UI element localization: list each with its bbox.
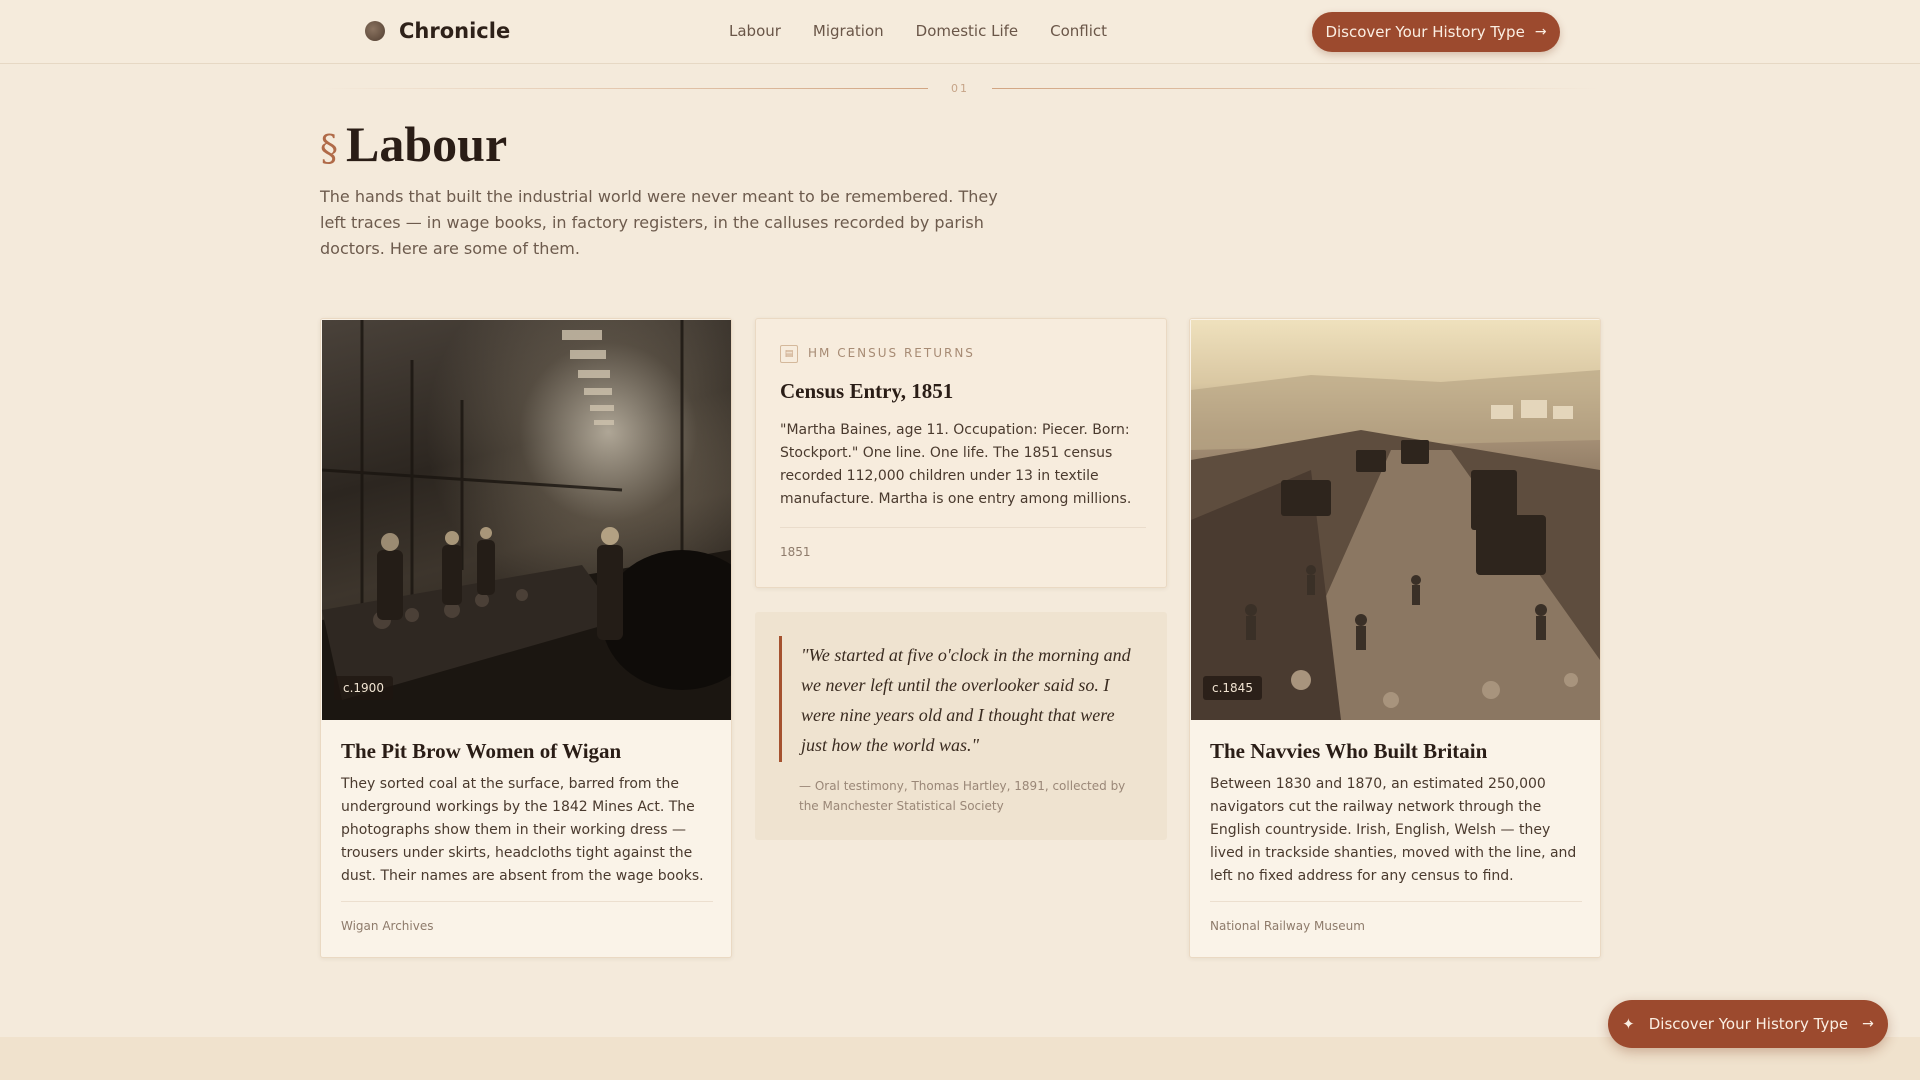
document-icon: ▤	[780, 345, 798, 363]
date-badge: c.1900	[334, 676, 393, 700]
census-card[interactable]: ▤ HM CENSUS RETURNS Census Entry, 1851 "…	[755, 318, 1167, 588]
main-nav: Labour Migration Domestic Life Conflict	[729, 22, 1107, 40]
census-body: "Martha Baines, age 11. Occupation: Piec…	[780, 422, 1132, 507]
page-title: Labour	[346, 116, 508, 172]
arrow-right-icon: →	[1534, 24, 1547, 40]
railway-construction-photo: c.1845	[1191, 320, 1600, 720]
card-body: They sorted coal at the surface, barred …	[341, 776, 704, 884]
factory-photo: c.1900	[322, 320, 731, 720]
section-divider-right	[992, 88, 1600, 89]
card-divider	[341, 901, 713, 902]
arrow-right-icon: →	[1862, 1016, 1874, 1032]
card-divider	[1210, 901, 1582, 902]
census-date: 1851	[780, 545, 811, 559]
floating-discover-button[interactable]: ✦ Discover Your History Type →	[1608, 1000, 1888, 1048]
globe-icon	[365, 21, 385, 41]
census-title: Census Entry, 1851	[780, 379, 954, 403]
quote-text: "We started at five o'clock in the morni…	[801, 645, 1131, 755]
nav-item-labour[interactable]: Labour	[729, 22, 781, 40]
card-body: Between 1830 and 1870, an estimated 250,…	[1210, 776, 1577, 884]
float-cta-label: Discover Your History Type	[1648, 1015, 1849, 1033]
brand[interactable]: Chronicle	[365, 19, 510, 43]
card-source: Wigan Archives	[341, 919, 434, 933]
card-source: National Railway Museum	[1210, 919, 1365, 933]
card-title: The Navvies Who Built Britain	[1210, 739, 1488, 763]
card-title: The Pit Brow Women of Wigan	[341, 739, 622, 763]
census-divider	[780, 527, 1146, 528]
quote-attribution: — Oral testimony, Thomas Hartley, 1891, …	[799, 779, 1126, 813]
cta-label: Discover Your History Type	[1325, 23, 1525, 41]
brand-name: Chronicle	[399, 19, 511, 43]
story-card-navvies[interactable]: c.1845 The Navvies Who Built Britain Bet…	[1189, 318, 1601, 958]
nav-item-migration[interactable]: Migration	[813, 22, 884, 40]
date-badge: c.1845	[1203, 676, 1262, 700]
section-number: 01	[951, 82, 969, 95]
site-header: Chronicle Labour Migration Domestic Life…	[0, 0, 1920, 64]
nav-item-domestic-life[interactable]: Domestic Life	[916, 22, 1018, 40]
section-divider-left	[320, 88, 928, 89]
testimony-quote-card: "We started at five o'clock in the morni…	[755, 612, 1167, 840]
discover-history-type-button[interactable]: Discover Your History Type →	[1312, 12, 1560, 52]
section-mark: §	[320, 129, 338, 170]
sparkle-icon: ✦	[1622, 1015, 1635, 1033]
quote-bar	[779, 636, 782, 762]
census-label: HM CENSUS RETURNS	[808, 346, 975, 360]
section-heading: § Labour	[320, 115, 507, 173]
nav-item-conflict[interactable]: Conflict	[1050, 22, 1107, 40]
section-intro: The hands that built the industrial worl…	[320, 187, 998, 258]
story-card-pit-brow[interactable]: c.1900 The Pit Brow Women of Wigan They …	[320, 318, 732, 958]
